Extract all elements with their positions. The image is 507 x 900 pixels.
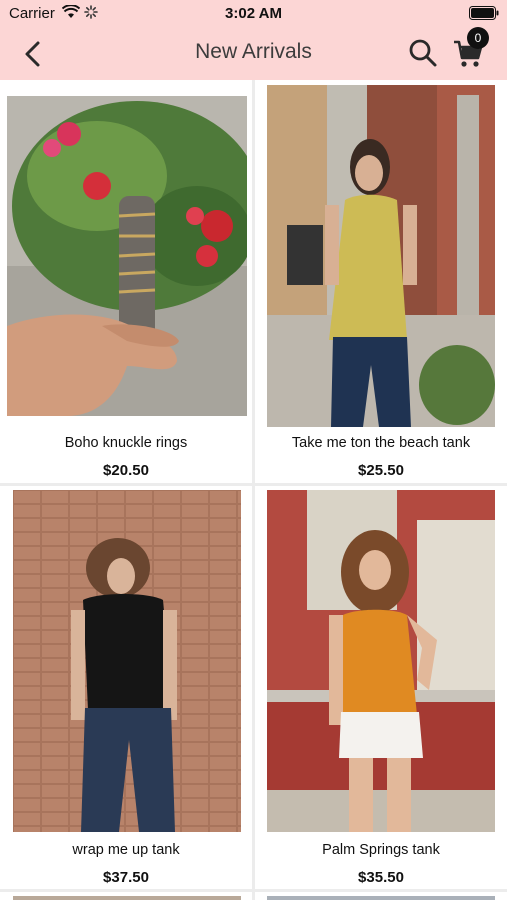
product-card[interactable] [0,892,252,900]
cart-count-badge: 0 [467,27,489,49]
product-card[interactable]: Palm Springs tank $35.50 [255,486,507,889]
product-image [267,490,495,832]
product-name: Take me ton the beach tank [291,435,471,451]
product-price: $20.50 [103,462,149,479]
product-grid: Boho knuckle rings $20.50 Take me ton th… [0,80,507,900]
product-image [267,85,495,427]
navigation-bar: New Arrivals [0,28,507,80]
header: Carrier 3:02 AM New Arrivals 0 [0,0,507,80]
product-image [13,896,241,900]
product-card[interactable]: Boho knuckle rings $20.50 [0,80,252,483]
product-card[interactable] [255,892,507,900]
product-price: $37.50 [103,869,149,886]
product-price: $35.50 [358,869,404,886]
product-name: Palm Springs tank [322,842,440,858]
search-icon[interactable] [406,36,440,70]
status-bar: Carrier 3:02 AM [0,0,507,28]
product-image [267,896,495,900]
product-name: wrap me up tank [72,842,180,858]
product-price: $25.50 [358,462,404,479]
status-time: 3:02 AM [225,5,282,22]
product-image [7,96,247,416]
back-button[interactable] [18,38,48,70]
product-image [13,490,241,832]
product-name: Boho knuckle rings [64,435,188,451]
product-card[interactable]: Take me ton the beach tank $25.50 [255,80,507,483]
product-card[interactable]: wrap me up tank $37.50 [0,486,252,889]
battery-icon [469,6,499,20]
